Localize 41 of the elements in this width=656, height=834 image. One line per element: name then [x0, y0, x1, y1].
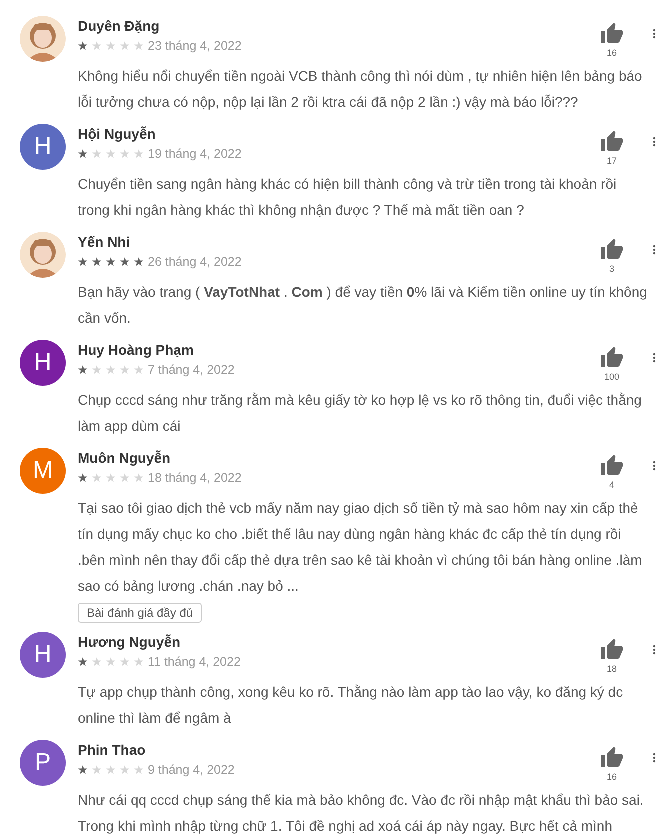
review-date: 11 tháng 4, 2022	[148, 655, 241, 669]
like-count: 18	[606, 664, 617, 674]
reviewer-name: Yến Nhi	[78, 233, 132, 252]
like-count: 3	[609, 264, 614, 274]
like-count: 16	[606, 48, 617, 58]
review-date: 19 tháng 4, 2022	[148, 147, 242, 161]
thumbs-up-icon[interactable]	[600, 346, 624, 370]
thumbs-up-icon[interactable]	[600, 454, 624, 478]
reviewer-name: Hương Nguyễn	[78, 633, 182, 652]
review-date: 9 tháng 4, 2022	[148, 763, 235, 777]
review-text: Chuyển tiền sang ngân hàng khác có hiện bill thành công và trừ tiền trong tài khoản rồi trong khi ngân hàng khác thì không nhận được ? Thế mà mất tiền oan ?	[78, 175, 618, 220]
reviewer-name: Phin Thao	[78, 741, 147, 760]
like-count: 4	[609, 480, 614, 490]
review-date: 26 tháng 4, 2022	[148, 255, 242, 269]
avatar: H	[20, 340, 66, 386]
like-count: 100	[604, 372, 620, 382]
thumbs-up-icon[interactable]	[600, 130, 624, 154]
thumbs-up-icon[interactable]	[600, 238, 624, 262]
full-review-button[interactable]: Bài đánh giá đầy đủ	[78, 603, 202, 623]
avatar: H	[20, 632, 66, 678]
like-count: 17	[606, 156, 617, 166]
review-date: 7 tháng 4, 2022	[148, 363, 235, 377]
review-text: Tại sao tôi giao dịch thẻ vcb mấy năm nay giao dịch số tiền tỷ mà sao hôm nay xin cấp thẻ tín dụng mấy chục ko cho .biết thế lâu nay dùng ngân hàng khác đc cấp thẻ tín dụng rồi .bên mình nên thay đổi cấp thẻ dựa trên sao kê tài khoản vì chúng tôi bán hàng online .làm sao có bảng lương .chán .nay bỏ ...	[78, 499, 644, 596]
avatar: H	[20, 124, 66, 170]
review-date: 18 tháng 4, 2022	[148, 471, 242, 485]
reviewer-name: Duyên Đặng	[78, 17, 161, 36]
review-text: Như cái qq cccd chụp sáng thế kia mà bảo không đc. Vào đc rồi nhập mật khẩu thì bảo sai. Trong khi mình nhập từng chữ 1. Tôi đề nghị ad xoá cái áp này ngay. Bực hết cả mình	[78, 791, 645, 834]
reviewer-name: Hội Nguyễn	[78, 125, 157, 144]
thumbs-up-icon[interactable]	[600, 638, 624, 662]
thumbs-up-icon[interactable]	[600, 746, 624, 770]
review-date: 23 tháng 4, 2022	[148, 39, 242, 53]
review-text: Không hiểu nổi chuyển tiền ngoài VCB thành công thì nói dùm , tự nhiên hiện lên bảng báo lỗi tưởng chưa có nộp, nộp lại lần 2 rồi ktra cái đã nộp 2 lần :) vậy mà báo lỗi???	[78, 67, 644, 112]
review-text: Bạn hãy vào trang ( VayTotNhat . Com ) để vay tiền 0% lãi và Kiếm tiền online uy tín không cần vốn.	[78, 283, 648, 328]
thumbs-up-icon[interactable]	[600, 22, 624, 46]
avatar: P	[20, 740, 66, 786]
avatar: M	[20, 448, 66, 494]
like-count: 16	[606, 772, 617, 782]
reviewer-name: Huy Hoàng Phạm	[78, 341, 195, 360]
review-text: Chụp cccd sáng như trăng rằm mà kêu giấy tờ ko hợp lệ vs ko rõ thông tin, đuổi việc thằng làm app dùm cái	[78, 391, 643, 436]
review-text: Tự app chụp thành công, xong kêu ko rõ. Thằng nào làm app tào lao vậy, ko đăng ký dc online thì làm để ngâm à	[78, 683, 624, 728]
reviewer-name: Muôn Nguyễn	[78, 449, 172, 468]
